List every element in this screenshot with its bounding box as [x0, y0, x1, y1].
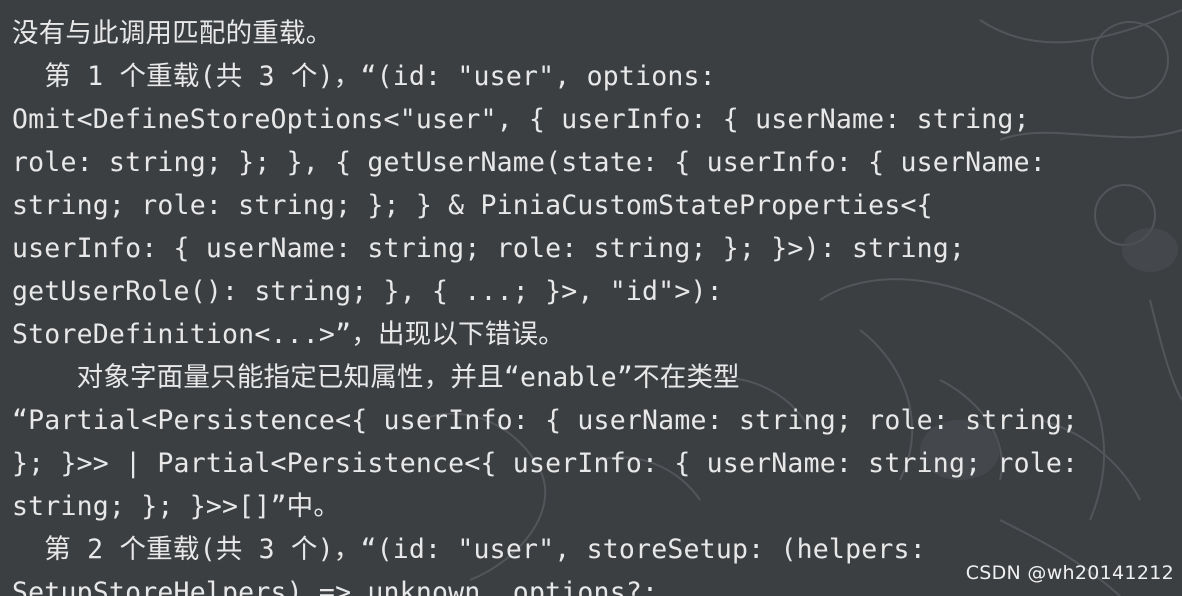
tooltip-line: StoreDefinition<...>”，出现以下错误。 — [12, 319, 565, 350]
watermark: CSDN @wh20141212 — [965, 562, 1174, 584]
tooltip-line: 第 1 个重载(共 3 个)，“(id: "user", options: — [12, 61, 716, 92]
tooltip-line: getUserRole(): string; }, { ...; }>, "id… — [12, 276, 723, 307]
error-tooltip: 没有与此调用匹配的重载。 第 1 个重载(共 3 个)，“(id: "user"… — [0, 0, 1182, 596]
tooltip-line: role: string; }; }, { getUserName(state:… — [12, 147, 1046, 178]
tooltip-line: string; role: string; }; } & PiniaCustom… — [12, 190, 933, 221]
tooltip-line: SetupStoreHelpers) => unknown, options?: — [12, 577, 659, 596]
tooltip-line: 对象字面量只能指定已知属性，并且“enable”不在类型 — [12, 362, 740, 393]
tooltip-line: }; }>> | Partial<Persistence<{ userInfo:… — [12, 448, 1079, 479]
tooltip-line: Omit<DefineStoreOptions<"user", { userIn… — [12, 104, 1030, 135]
tooltip-line: string; }; }>>[]”中。 — [12, 491, 341, 522]
tooltip-line: 没有与此调用匹配的重载。 — [12, 18, 333, 49]
tooltip-line: userInfo: { userName: string; role: stri… — [12, 233, 966, 264]
tooltip-line: 第 2 个重载(共 3 个)，“(id: "user", storeSetup:… — [12, 534, 926, 565]
tooltip-line: “Partial<Persistence<{ userInfo: { userN… — [12, 405, 1079, 436]
